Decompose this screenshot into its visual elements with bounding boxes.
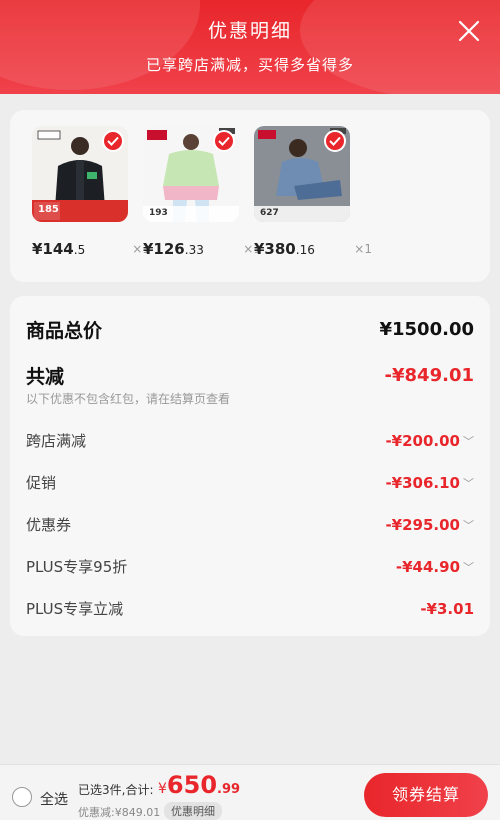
total-reduction-value: -¥849.01 bbox=[384, 365, 474, 386]
page-title: 优惠明细 bbox=[207, 20, 292, 42]
chevron-down-icon[interactable]: ﹀ bbox=[463, 517, 474, 533]
discount-row-cross-store[interactable]: 跨店满减 -¥200.00 ﹀ bbox=[26, 430, 474, 451]
close-icon[interactable] bbox=[458, 20, 480, 42]
total-amount: ¥650.99 bbox=[158, 771, 240, 799]
product-image: 627 bbox=[254, 126, 350, 222]
total-reduction-label: 共减 bbox=[26, 366, 65, 388]
product-price-cents: .5 bbox=[73, 243, 86, 257]
product-list-card: 185 ¥144.5 ×1 193 ¥126.33 ×1 627 ¥380.16… bbox=[10, 110, 490, 282]
product-item[interactable]: 193 bbox=[143, 126, 239, 222]
discount-label: 优惠券 bbox=[26, 516, 72, 534]
product-price-row: ¥380.16 ×1 bbox=[254, 240, 372, 258]
selected-check-icon[interactable] bbox=[324, 130, 346, 152]
discount-row-promotion[interactable]: 促销 -¥306.10 ﹀ bbox=[26, 472, 474, 493]
checkout-button[interactable]: 领券结算 bbox=[364, 773, 488, 817]
amount-currency: ¥ bbox=[158, 781, 167, 797]
chevron-down-icon[interactable]: ﹀ bbox=[463, 559, 474, 575]
discount-label: PLUS专享立减 bbox=[26, 600, 124, 618]
product-image: 185 bbox=[32, 126, 128, 222]
reduced-amount-label: 优惠减:¥849.01 bbox=[78, 806, 161, 819]
page-subtitle: 已享跨店满减，买得多省得多 bbox=[145, 56, 354, 74]
selected-check-icon[interactable] bbox=[102, 130, 124, 152]
product-image: 193 bbox=[143, 126, 239, 222]
product-item[interactable]: 185 bbox=[32, 126, 128, 222]
chevron-down-icon[interactable]: ﹀ bbox=[463, 475, 474, 491]
amount-decimal: .99 bbox=[217, 782, 241, 797]
discount-value: -¥44.90 bbox=[395, 557, 460, 576]
selected-check-icon[interactable] bbox=[213, 130, 235, 152]
product-badge: 193 bbox=[149, 208, 168, 218]
product-price-row: ¥144.5 ×1 bbox=[32, 240, 150, 258]
discount-detail-header: 优惠明细 已享跨店满减，买得多省得多 bbox=[0, 0, 500, 94]
discount-label: 促销 bbox=[26, 474, 57, 492]
total-price-value: ¥1500.00 bbox=[379, 319, 474, 340]
total-price-label: 商品总价 bbox=[26, 320, 103, 342]
select-all-radio[interactable] bbox=[12, 787, 32, 807]
product-badge: 185 bbox=[38, 204, 59, 215]
amount-integer: 650 bbox=[166, 771, 218, 799]
discount-value: -¥3.01 bbox=[420, 599, 474, 618]
selected-count-label: 已选3件,合计: bbox=[78, 783, 154, 797]
discount-label: PLUS专享95折 bbox=[26, 558, 128, 576]
product-price-row: ¥126.33 ×1 bbox=[143, 240, 261, 258]
discount-value: -¥306.10 bbox=[385, 473, 460, 492]
discount-label: 跨店满减 bbox=[26, 432, 87, 450]
product-price: ¥144 bbox=[32, 240, 74, 258]
header-decoration bbox=[0, 0, 200, 90]
product-badge: 627 bbox=[260, 208, 279, 218]
discount-note: 以下优惠不包含红包，请在结算页查看 bbox=[26, 392, 231, 406]
discount-detail-chip[interactable]: 优惠明细 bbox=[164, 802, 222, 820]
product-quantity: ×1 bbox=[354, 242, 372, 256]
product-price: ¥126 bbox=[143, 240, 185, 258]
product-price: ¥380 bbox=[254, 240, 296, 258]
chevron-down-icon[interactable]: ﹀ bbox=[463, 433, 474, 449]
product-price-cents: .33 bbox=[184, 243, 204, 257]
discount-row-plus-instant: PLUS专享立减 -¥3.01 bbox=[26, 598, 474, 619]
total-price-row: 商品总价 ¥1500.00 bbox=[26, 316, 474, 343]
discount-value: -¥295.00 bbox=[385, 515, 460, 534]
product-item[interactable]: 627 bbox=[254, 126, 350, 222]
discount-row-plus-95[interactable]: PLUS专享95折 -¥44.90 ﹀ bbox=[26, 556, 474, 577]
price-summary-card: 商品总价 ¥1500.00 共减 -¥849.01 以下优惠不包含红包，请在结算… bbox=[10, 296, 490, 636]
product-price-cents: .16 bbox=[295, 243, 315, 257]
select-all-label[interactable]: 全选 bbox=[40, 789, 68, 809]
total-reduction-row: 共减 -¥849.01 bbox=[26, 362, 474, 389]
checkout-bar: 全选 已选3件,合计: ¥650.99 优惠减:¥849.01 优惠明细 领券结… bbox=[0, 764, 500, 820]
discount-row-coupon[interactable]: 优惠券 -¥295.00 ﹀ bbox=[26, 514, 474, 535]
discount-value: -¥200.00 bbox=[385, 431, 460, 450]
header-decoration bbox=[300, 0, 500, 94]
